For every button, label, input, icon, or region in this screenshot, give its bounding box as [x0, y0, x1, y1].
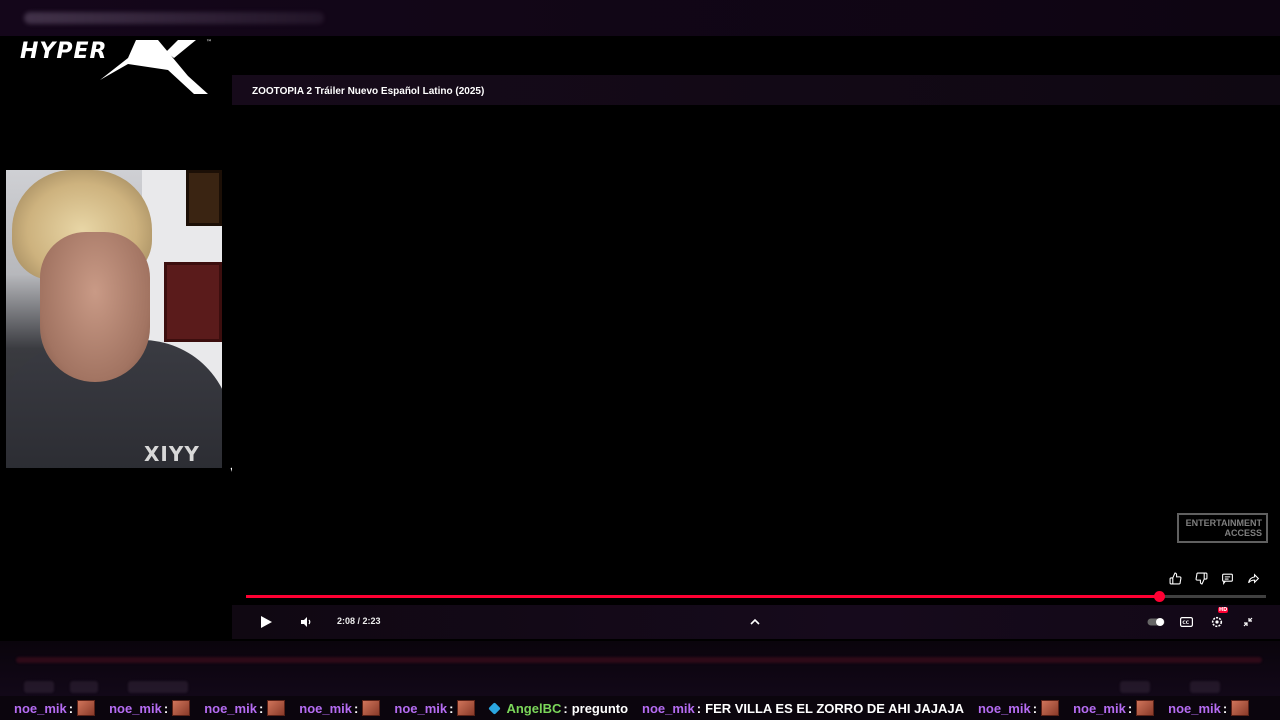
thumbs-down-icon[interactable]	[1193, 570, 1209, 586]
chat-colon: :	[449, 700, 454, 716]
hd-badge: HD	[1218, 607, 1229, 613]
play-icon[interactable]	[256, 613, 276, 631]
thumbs-up-icon[interactable]	[1167, 570, 1183, 586]
settings-icon[interactable]: HD	[1208, 607, 1229, 631]
chat-colon: :	[258, 700, 264, 716]
lower-overlay-strip	[0, 641, 1280, 696]
time-display: 2:08 / 2:23	[337, 616, 381, 626]
chat-badge-icon	[488, 701, 502, 715]
exit-fullscreen-icon[interactable]	[1240, 613, 1256, 631]
webcam-feed: XIYY	[6, 170, 222, 468]
shirt-print: XIYY	[144, 442, 200, 466]
chat-emote-icon	[1136, 700, 1155, 716]
progress-bar[interactable]	[246, 591, 1266, 602]
action-buttons	[1167, 570, 1261, 586]
chat-message: AngelBC: pregunto	[488, 700, 629, 716]
chat-username[interactable]: noe_mik	[642, 701, 695, 716]
hyperx-logo: HYPER ™	[20, 39, 212, 94]
autoplay-toggle-icon[interactable]	[1146, 613, 1166, 631]
chat-username[interactable]: noe_mik	[1073, 701, 1126, 716]
chat-colon: :	[1032, 700, 1038, 716]
chat-message: noe_mik:	[204, 700, 286, 716]
chat-emote-icon	[1231, 700, 1250, 716]
chat-message: noe_mik:	[109, 700, 191, 716]
comment-icon[interactable]	[1219, 570, 1235, 586]
top-overlay-strip	[0, 0, 1280, 36]
svg-text:CC: CC	[1182, 620, 1189, 626]
video-player[interactable]: ZOOTOPIA 2 Tráiler Nuevo Español Latino …	[232, 75, 1280, 641]
chat-emote-icon	[457, 700, 476, 716]
svg-text:HYPER: HYPER	[20, 39, 107, 64]
chat-username[interactable]: noe_mik	[14, 701, 67, 716]
chat-emote-icon	[77, 700, 96, 716]
channel-watermark: ENTERTAINMENT ACCESS	[1177, 513, 1268, 543]
progress-scrubber-handle[interactable]	[1153, 591, 1165, 602]
chat-colon: :	[1222, 700, 1228, 716]
chat-colon: :	[696, 700, 702, 716]
chat-emote-icon	[1041, 700, 1060, 716]
chat-ticker: noe_mik: noe_mik: noe_mik: noe_mik: noe_mik:…	[0, 696, 1280, 720]
blurred-tab-title	[24, 12, 324, 24]
volume-icon[interactable]	[298, 613, 314, 631]
chat-colon: :	[68, 700, 74, 716]
chat-emote-icon	[267, 700, 286, 716]
captions-icon[interactable]: CC	[1178, 613, 1194, 631]
chat-text: pregunto	[571, 700, 629, 716]
chat-username[interactable]: noe_mik	[109, 701, 162, 716]
chat-message: noe_mik:	[299, 700, 381, 716]
progress-played	[246, 595, 1159, 598]
chat-emote-icon	[362, 700, 381, 716]
chat-username[interactable]: AngelBC	[506, 701, 561, 716]
chat-username[interactable]: noe_mik	[1168, 701, 1221, 716]
chat-colon: :	[163, 700, 169, 716]
video-title[interactable]: ZOOTOPIA 2 Tráiler Nuevo Español Latino …	[252, 86, 484, 97]
player-title-bar: ZOOTOPIA 2 Tráiler Nuevo Español Latino …	[232, 75, 1280, 105]
chat-username[interactable]: noe_mik	[204, 701, 257, 716]
chat-emote-icon	[172, 700, 191, 716]
chat-username[interactable]: noe_mik	[978, 701, 1031, 716]
chat-colon: :	[1127, 700, 1133, 716]
chat-message: noe_mik:	[1073, 700, 1155, 716]
share-icon[interactable]	[1245, 570, 1261, 586]
chat-message: noe_mik:	[1168, 700, 1250, 716]
chat-colon: :	[354, 700, 359, 716]
chevron-up-icon[interactable]	[748, 613, 762, 631]
chat-username[interactable]: noe_mik	[394, 701, 447, 716]
chat-text: FER VILLA ES EL ZORRO DE AHI JAJAJA	[705, 700, 964, 716]
chat-colon: :	[563, 700, 568, 716]
chat-message: noe_mik:	[978, 700, 1060, 716]
chat-message: noe_mik:	[14, 700, 96, 716]
chat-username[interactable]: noe_mik	[299, 701, 352, 716]
chat-message: noe_mik: FER VILLA ES EL ZORRO DE AHI JAJ…	[642, 701, 964, 716]
trademark-symbol: ™	[206, 39, 212, 46]
player-controls-bar: 2:08 / 2:23 CC HD	[232, 605, 1280, 639]
chat-message: noe_mik:	[394, 700, 476, 716]
